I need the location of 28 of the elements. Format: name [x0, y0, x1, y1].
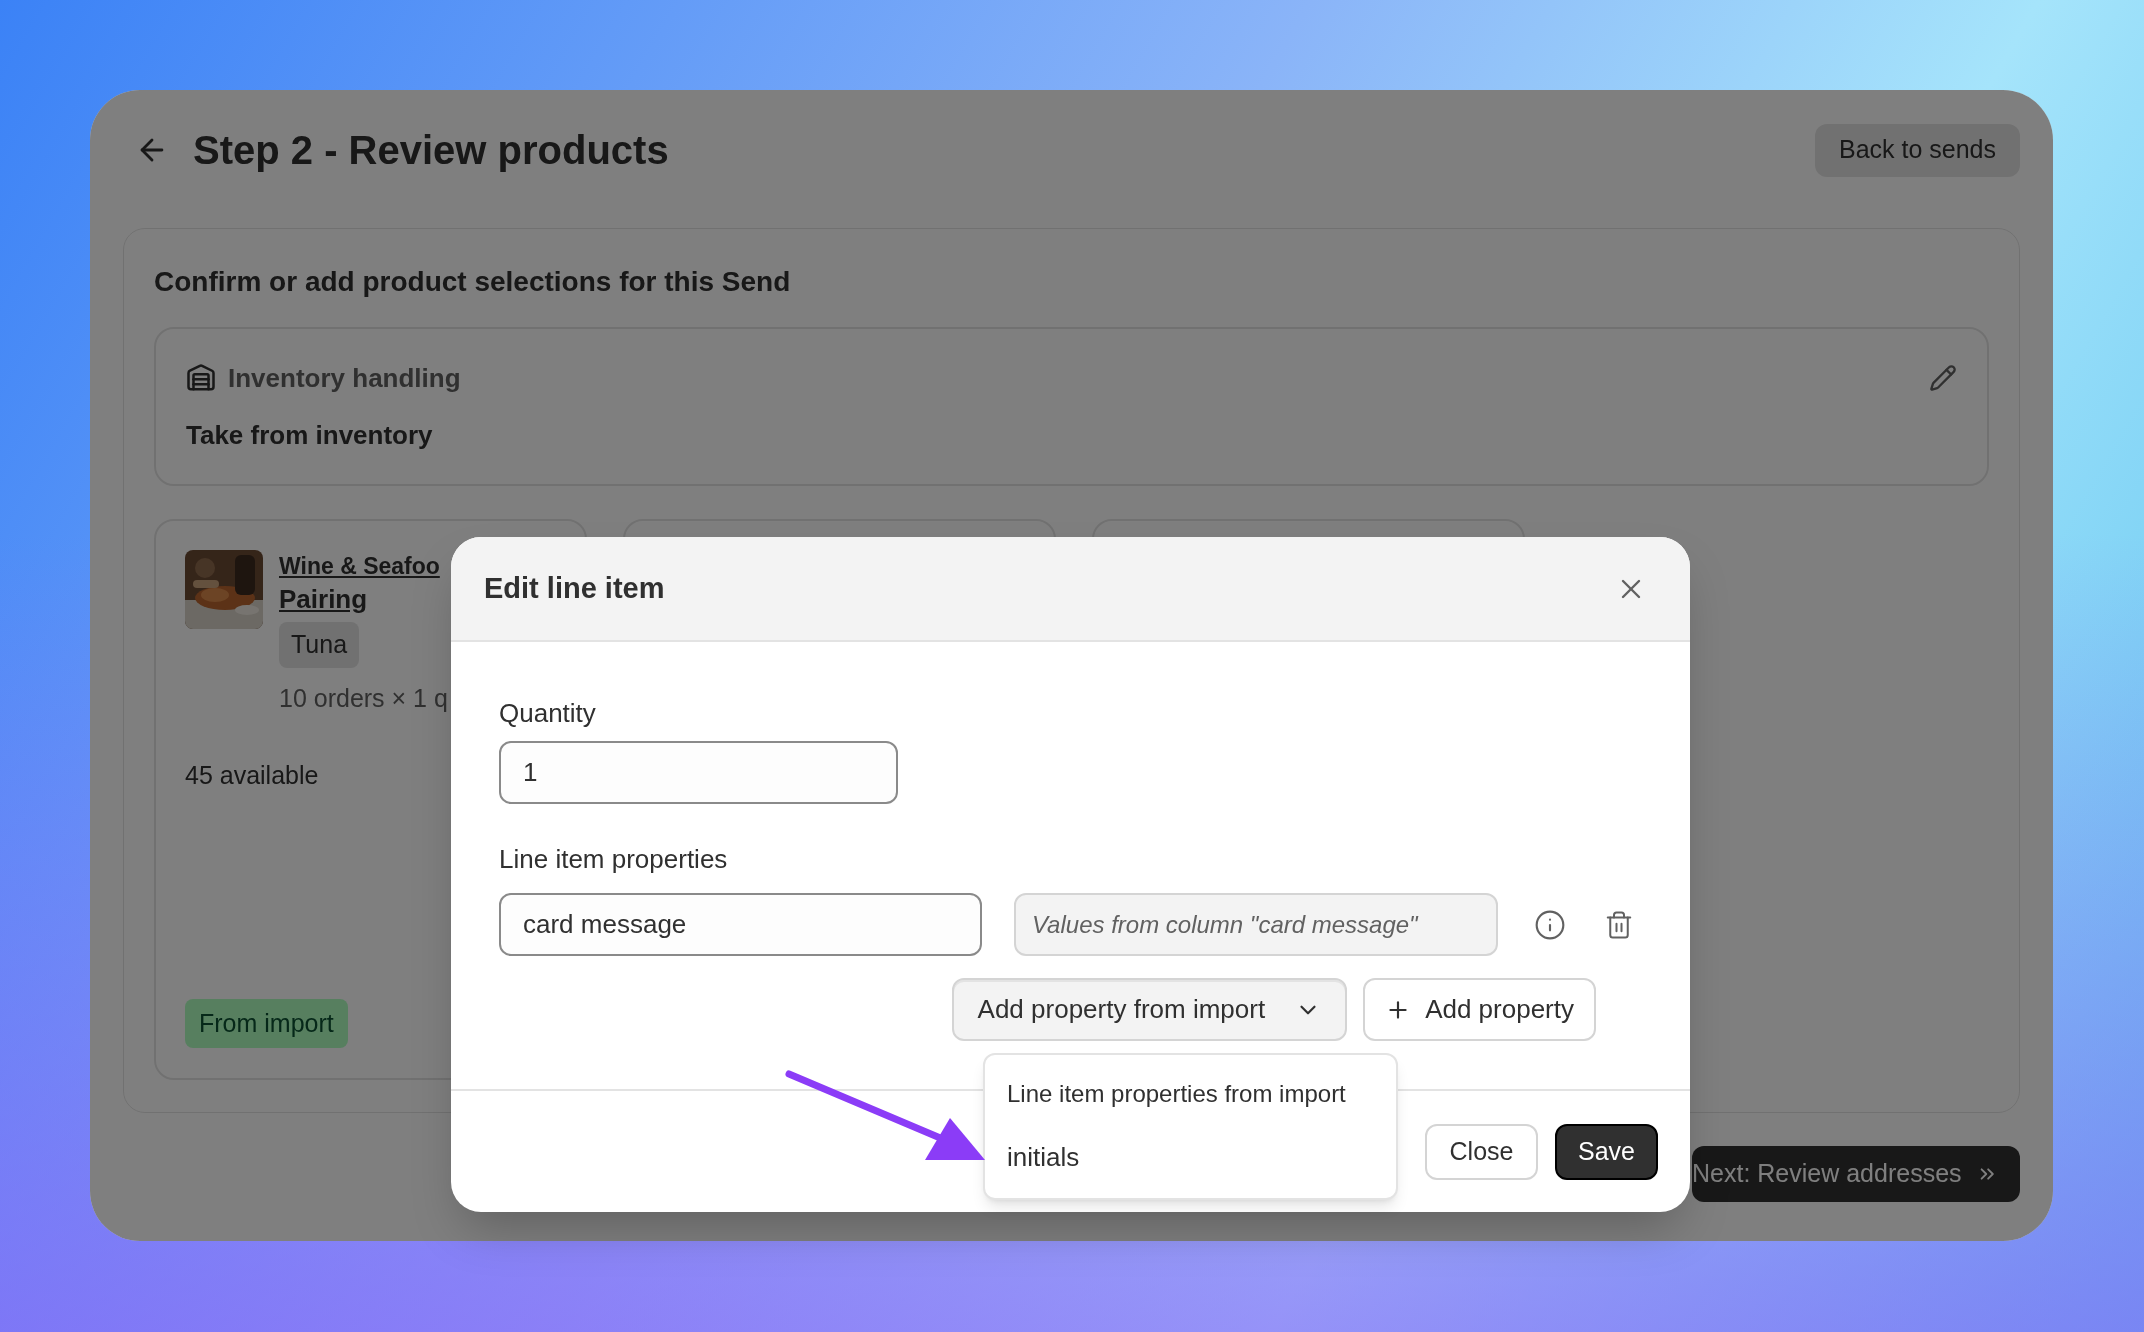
property-value-field[interactable]: Values from column "card message": [1014, 893, 1498, 956]
quantity-label: Quantity: [499, 697, 597, 730]
add-property-button[interactable]: Add property: [1363, 978, 1596, 1041]
dialog-title: Edit line item: [484, 570, 665, 606]
import-property-dropdown[interactable]: Add property from import: [951, 978, 1348, 1041]
property-name-field[interactable]: card message: [499, 893, 982, 956]
section-title: Confirm or add product selections for this Send: [154, 265, 792, 299]
product-name[interactable]: Wine & Seafoo: [279, 550, 440, 583]
warehouse-icon: [186, 363, 216, 393]
product-name[interactable]: Pairing: [279, 583, 368, 616]
back-to-sends-button[interactable]: Back to sends: [1814, 123, 2020, 177]
inventory-label: Inventory handling: [228, 361, 461, 395]
source-tag: From import: [185, 998, 348, 1048]
page-title: Step 2 - Review products: [193, 127, 669, 174]
availability-text: 45 available: [185, 760, 319, 791]
inventory-value: Take from inventory: [186, 418, 434, 452]
delete-icon[interactable]: [1604, 909, 1634, 940]
menu-heading: Line item properties from import: [1007, 1079, 1347, 1109]
properties-label: Line item properties: [499, 843, 729, 876]
save-button[interactable]: Save: [1555, 1123, 1658, 1180]
info-icon[interactable]: [1534, 908, 1566, 941]
menu-item[interactable]: initials: [1007, 1138, 1374, 1177]
edit-icon[interactable]: [1929, 364, 1957, 392]
order-quantity: 10 orders × 1 q: [279, 682, 448, 714]
next-button[interactable]: Next: Review addresses: [1692, 1146, 2020, 1202]
variant-tag: Tuna: [279, 622, 360, 668]
close-button[interactable]: Close: [1425, 1123, 1538, 1180]
quantity-field[interactable]: 1: [499, 741, 898, 804]
